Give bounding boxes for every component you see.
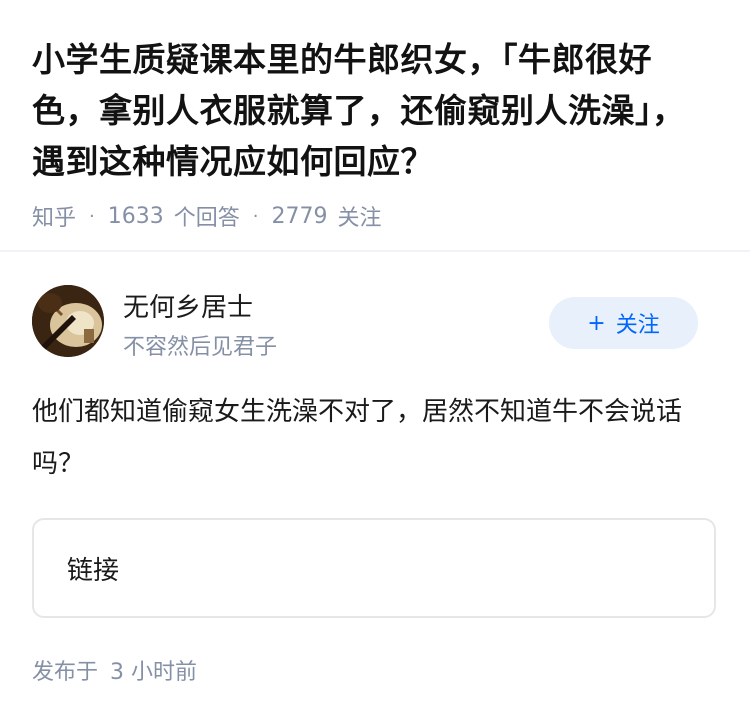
follower-count-label: 关注 [337, 206, 382, 231]
avatar[interactable] [32, 285, 104, 357]
link-card-label: 链接 [67, 555, 120, 586]
follow-button[interactable]: + 关注 [549, 297, 698, 349]
author-row: 无何乡居士 不容然后见君子 + 关注 [32, 285, 718, 360]
author-name[interactable]: 无何乡居士 [123, 287, 253, 324]
avatar-portrait-icon [32, 285, 104, 357]
follower-count: 2779 [271, 203, 328, 229]
section-divider [0, 250, 750, 252]
author-bio: 不容然后见君子 [123, 335, 278, 360]
publish-info: 发布于 3 小时前 [32, 654, 197, 686]
plus-icon: + [587, 310, 606, 336]
answer-count: 1633 [107, 203, 164, 229]
question-meta: 知乎 · 1633 个回答 · 2779 关注 [32, 199, 718, 233]
answer-page: 小学生质疑课本里的牛郎织女，「牛郎很好色，拿别人衣服就算了，还偷窥别人洗澡」，遇… [0, 0, 750, 722]
question-title[interactable]: 小学生质疑课本里的牛郎织女，「牛郎很好色，拿别人衣服就算了，还偷窥别人洗澡」，遇… [32, 34, 718, 187]
source-label[interactable]: 知乎 [32, 200, 76, 232]
answer-text: 他们都知道偷窥女生洗澡不对了，居然不知道牛不会说话吗？ [32, 397, 683, 479]
answer-count-label[interactable]: 个回答 [174, 200, 240, 232]
published-label: 发布于 [32, 660, 99, 685]
link-card[interactable]: 链接 [32, 518, 716, 618]
meta-separator: · [252, 205, 259, 227]
follow-button-label: 关注 [615, 313, 660, 338]
question-header: 小学生质疑课本里的牛郎织女，「牛郎很好色，拿别人衣服就算了，还偷窥别人洗澡」，遇… [0, 0, 750, 233]
published-time: 3 小时前 [110, 660, 198, 685]
meta-separator: · [89, 205, 95, 227]
